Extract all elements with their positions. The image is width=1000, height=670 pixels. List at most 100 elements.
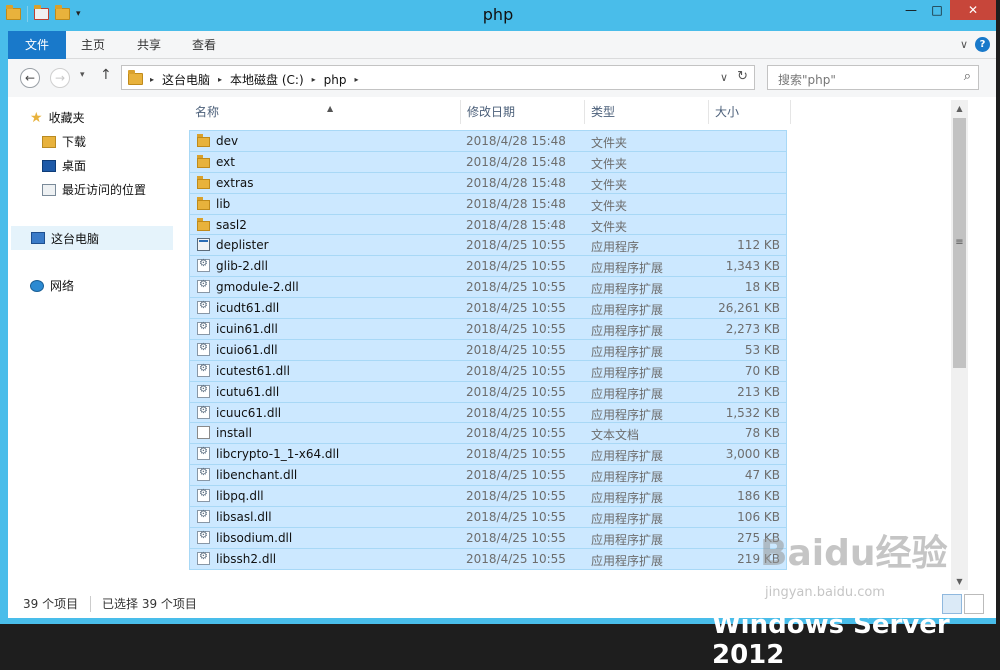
nav-item-recent[interactable]: 最近访问的位置	[42, 181, 146, 198]
file-name: libsodium.dll	[216, 530, 293, 545]
tab-share[interactable]: 共享	[137, 31, 161, 59]
column-header-name[interactable]: 名称 ▲	[189, 100, 461, 124]
file-row[interactable]: libenchant.dll 2018/4/25 10:55 应用程序扩展 47 KB	[189, 464, 787, 487]
address-dropdown-icon[interactable]: ∨	[720, 71, 728, 84]
file-row[interactable]: gmodule-2.dll 2018/4/25 10:55 应用程序扩展 18 KB	[189, 276, 787, 299]
file-size: 106 KB	[737, 510, 780, 525]
file-type: 应用程序扩展	[591, 344, 664, 359]
file-type: 应用程序扩展	[591, 470, 664, 485]
close-button[interactable]: ✕	[950, 0, 996, 20]
back-button[interactable]: ←	[20, 68, 40, 88]
file-row[interactable]: lib 2018/4/28 15:48 文件夹	[189, 192, 787, 215]
vertical-scrollbar[interactable]: ▲ ≡ ▼	[951, 100, 968, 590]
file-type: 应用程序扩展	[591, 532, 664, 547]
scroll-up-icon[interactable]: ▲	[951, 100, 968, 117]
nav-item-label: 桌面	[62, 159, 87, 173]
file-row[interactable]: dev 2018/4/28 15:48 文件夹	[189, 130, 787, 152]
title-bar: ▾ php — □ ✕	[0, 0, 996, 31]
explorer-window: ▾ php — □ ✕ 文件 主页 共享 查看 ∨ ? ← → ▾ ↑ ▸ 这台…	[0, 0, 996, 624]
file-row[interactable]: sasl2 2018/4/28 15:48 文件夹	[189, 213, 787, 236]
file-date: 2018/4/25 10:55	[466, 301, 566, 316]
file-row[interactable]: libsasl.dll 2018/4/25 10:55 应用程序扩展 106 KB	[189, 506, 787, 528]
file-date: 2018/4/25 10:55	[466, 363, 566, 378]
file-type: 应用程序扩展	[591, 407, 664, 422]
file-row[interactable]: libpq.dll 2018/4/25 10:55 应用程序扩展 186 KB	[189, 485, 787, 508]
text-file-icon	[197, 426, 210, 440]
file-row[interactable]: ext 2018/4/28 15:48 文件夹	[189, 150, 787, 173]
refresh-icon[interactable]: ↻	[737, 69, 748, 84]
dll-file-icon	[197, 446, 210, 461]
file-row[interactable]: deplister 2018/4/25 10:55 应用程序 112 KB	[189, 234, 787, 257]
dll-file-icon	[197, 384, 210, 398]
file-row[interactable]: icuin61.dll 2018/4/25 10:55 应用程序扩展 2,273 KB	[189, 318, 787, 340]
file-row[interactable]: glib-2.dll 2018/4/25 10:55 应用程序扩展 1,343 KB	[189, 255, 787, 278]
file-name: dev	[216, 134, 239, 148]
up-button[interactable]: ↑	[100, 67, 112, 83]
file-type: 文件夹	[591, 177, 628, 192]
column-header-date[interactable]: 修改日期	[461, 100, 585, 124]
breadcrumb-local-disk[interactable]: 本地磁盘 (C:)	[230, 71, 304, 88]
file-row[interactable]: extras 2018/4/28 15:48 文件夹	[189, 171, 787, 194]
file-type: 应用程序扩展	[591, 449, 664, 464]
dll-file-icon	[197, 467, 210, 482]
file-row[interactable]: icutu61.dll 2018/4/25 10:55 应用程序扩展 213 KB	[189, 380, 787, 403]
file-row[interactable]: install 2018/4/25 10:55 文本文档 78 KB	[189, 422, 787, 445]
breadcrumb-php[interactable]: php	[324, 73, 347, 87]
selected-count: 已选择 39 个项目	[102, 597, 197, 611]
file-row[interactable]: icuuc61.dll 2018/4/25 10:55 应用程序扩展 1,532 KB	[189, 401, 787, 424]
nav-network[interactable]: 网络	[30, 277, 74, 294]
file-name: glib-2.dll	[216, 259, 268, 274]
file-date: 2018/4/28 15:48	[466, 134, 566, 148]
column-header-size[interactable]: 大小	[709, 100, 791, 124]
file-row[interactable]: icutest61.dll 2018/4/25 10:55 应用程序扩展 70 KB	[189, 359, 787, 382]
tab-home[interactable]: 主页	[81, 31, 105, 59]
file-size: 18 KB	[744, 280, 780, 295]
navigation-pane: ★ 收藏夹 下载 桌面 最近访问的位置 这台电脑 网络	[8, 97, 181, 590]
file-date: 2018/4/25 10:55	[466, 468, 566, 483]
breadcrumb-arrow-icon[interactable]: ▸	[355, 75, 359, 84]
file-row[interactable]: icuio61.dll 2018/4/25 10:55 应用程序扩展 53 KB	[189, 338, 787, 361]
breadcrumb-arrow-icon[interactable]: ▸	[150, 75, 154, 84]
column-header-type[interactable]: 类型	[585, 100, 709, 124]
file-date: 2018/4/25 10:55	[466, 447, 566, 462]
file-name: icudt61.dll	[216, 301, 280, 316]
breadcrumb-this-pc[interactable]: 这台电脑	[162, 71, 210, 88]
nav-item-desktop[interactable]: 桌面	[42, 157, 86, 174]
nav-favorites[interactable]: ★ 收藏夹	[30, 109, 85, 126]
tab-view[interactable]: 查看	[192, 31, 216, 59]
nav-item-downloads[interactable]: 下载	[42, 133, 86, 150]
folder-icon	[128, 70, 143, 85]
file-date: 2018/4/25 10:55	[466, 510, 566, 525]
breadcrumb-arrow-icon[interactable]: ▸	[218, 75, 222, 84]
breadcrumb: ▸ 这台电脑 ▸ 本地磁盘 (C:) ▸ php ▸	[150, 71, 359, 88]
file-row[interactable]: libssh2.dll2018/4/25 10:55应用程序扩展219 KB	[189, 547, 787, 570]
dll-file-icon	[197, 551, 210, 565]
breadcrumb-arrow-icon[interactable]: ▸	[312, 75, 316, 84]
search-input[interactable]: 搜索"php" ⌕	[767, 65, 979, 90]
file-size: 2,273 KB	[725, 322, 780, 337]
dll-file-icon	[197, 405, 210, 419]
file-name: icuuc61.dll	[216, 405, 282, 420]
search-icon[interactable]: ⌕	[964, 69, 971, 84]
column-name-label: 名称	[195, 105, 220, 119]
minimize-button[interactable]: —	[898, 0, 924, 20]
computer-icon	[31, 232, 45, 244]
file-size: 70 KB	[744, 363, 780, 378]
recent-locations-icon[interactable]: ▾	[80, 70, 85, 80]
address-bar[interactable]: ▸ 这台电脑 ▸ 本地磁盘 (C:) ▸ php ▸ ∨ ↻	[121, 65, 755, 90]
help-icon[interactable]: ?	[975, 37, 990, 52]
nav-this-pc[interactable]: 这台电脑	[11, 226, 173, 250]
maximize-button[interactable]: □	[924, 0, 950, 20]
scroll-down-icon[interactable]: ▼	[951, 573, 968, 590]
dll-file-icon	[197, 342, 210, 356]
forward-button[interactable]: →	[50, 68, 70, 88]
expand-ribbon-icon[interactable]: ∨	[960, 38, 968, 51]
file-row[interactable]: icudt61.dll 2018/4/25 10:55 应用程序扩展 26,261 K…	[189, 297, 787, 320]
scroll-thumb[interactable]: ≡	[953, 118, 966, 368]
file-row[interactable]: libsodium.dll2018/4/25 10:55应用程序扩展275 KB	[189, 526, 787, 549]
file-type: 文件夹	[591, 136, 628, 150]
file-row[interactable]: libcrypto-1_1-x64.dll 2018/4/25 10:55 应用程序…	[189, 443, 787, 466]
tab-file[interactable]: 文件	[8, 31, 66, 59]
window-title: php	[482, 5, 514, 24]
file-date: 2018/4/25 10:55	[466, 384, 566, 399]
